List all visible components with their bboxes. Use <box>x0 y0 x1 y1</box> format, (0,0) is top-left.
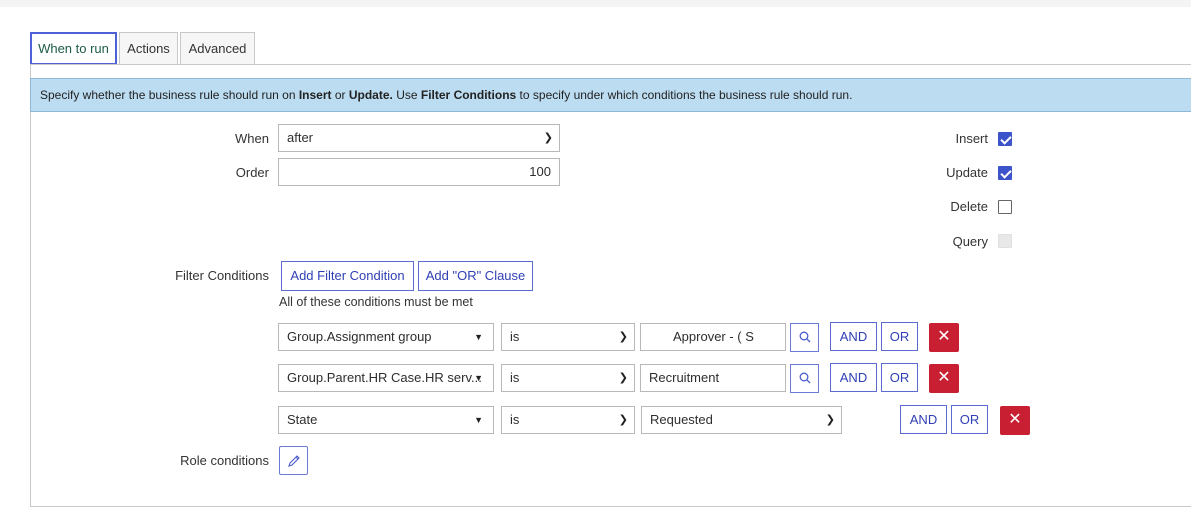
dropdown-triangle-icon: ▼ <box>474 332 483 342</box>
and-button[interactable]: AND <box>830 363 877 392</box>
query-checkbox <box>998 234 1012 248</box>
order-label: Order <box>235 165 269 180</box>
chevron-down-icon: ❯ <box>618 372 628 384</box>
edit-pencil-icon[interactable] <box>279 446 308 475</box>
when-label: When <box>235 131 269 146</box>
search-icon[interactable] <box>790 364 819 393</box>
order-input[interactable]: 100 <box>278 158 560 186</box>
filter-conditions-label: Filter Conditions <box>175 268 269 283</box>
tab-advanced[interactable]: Advanced <box>180 32 255 65</box>
dropdown-triangle-icon: ▼ <box>474 373 483 383</box>
condition-field-select[interactable]: Group.Parent.HR Case.HR serv... ▼ <box>278 364 494 392</box>
info-banner: Specify whether the business rule should… <box>30 78 1191 112</box>
tab-when-to-run[interactable]: When to run <box>30 32 117 65</box>
condition-field-value: Group.Assignment group <box>287 329 432 344</box>
info-bold-filter: Filter Conditions <box>420 88 517 102</box>
info-text: to specify under which conditions the bu… <box>516 88 853 102</box>
add-filter-condition-button[interactable]: Add Filter Condition <box>281 261 414 291</box>
conditions-note: All of these conditions must be met <box>279 295 473 309</box>
insert-checkbox[interactable] <box>998 132 1012 146</box>
or-button[interactable]: OR <box>881 363 918 392</box>
condition-field-select[interactable]: Group.Assignment group ▼ <box>278 323 494 351</box>
condition-operator-select[interactable]: is ❯ <box>501 364 635 392</box>
or-button[interactable]: OR <box>951 405 988 434</box>
condition-value-select[interactable]: Requested ❯ <box>641 406 842 434</box>
and-button[interactable]: AND <box>900 405 947 434</box>
top-band <box>0 0 1191 7</box>
remove-condition-button[interactable]: ✕ <box>929 323 959 352</box>
update-label: Update <box>946 165 988 180</box>
delete-label: Delete <box>950 199 988 214</box>
info-text: or <box>331 88 349 102</box>
info-text: Specify whether the business rule should… <box>40 88 299 102</box>
insert-label: Insert <box>955 131 988 146</box>
chevron-down-icon: ❯ <box>825 414 835 426</box>
condition-operator-value: is <box>510 329 520 344</box>
delete-checkbox[interactable] <box>998 200 1012 214</box>
remove-condition-button[interactable]: ✕ <box>929 364 959 393</box>
chevron-down-icon: ❯ <box>618 414 628 426</box>
role-conditions-label: Role conditions <box>180 453 269 468</box>
search-icon[interactable] <box>790 323 819 352</box>
condition-operator-value: is <box>510 370 520 385</box>
info-bold-insert: Insert <box>298 88 332 102</box>
condition-value-input[interactable]: Approver - ( S <box>640 323 786 351</box>
dropdown-triangle-icon: ▼ <box>474 415 483 425</box>
remove-condition-button[interactable]: ✕ <box>1000 406 1030 435</box>
query-label: Query <box>952 234 988 249</box>
condition-field-value: State <box>287 412 318 427</box>
condition-value-input[interactable]: Recruitment <box>640 364 786 392</box>
condition-operator-value: is <box>510 412 520 427</box>
chevron-down-icon: ❯ <box>618 331 628 343</box>
condition-operator-select[interactable]: is ❯ <box>501 406 635 434</box>
or-button[interactable]: OR <box>881 322 918 351</box>
when-value: after <box>287 130 314 145</box>
chevron-down-icon: ❯ <box>543 132 553 144</box>
info-bold-update: Update. <box>348 88 393 102</box>
update-checkbox[interactable] <box>998 166 1012 180</box>
info-text: Use <box>392 88 421 102</box>
condition-operator-select[interactable]: is ❯ <box>501 323 635 351</box>
add-or-clause-button[interactable]: Add "OR" Clause <box>418 261 533 291</box>
when-select[interactable]: after ❯ <box>278 124 560 152</box>
condition-value-text: Requested <box>650 412 713 427</box>
and-button[interactable]: AND <box>830 322 877 351</box>
tab-panel <box>30 64 1191 507</box>
condition-field-select[interactable]: State ▼ <box>278 406 494 434</box>
tab-actions[interactable]: Actions <box>119 32 178 65</box>
condition-field-value: Group.Parent.HR Case.HR serv... <box>287 370 482 385</box>
